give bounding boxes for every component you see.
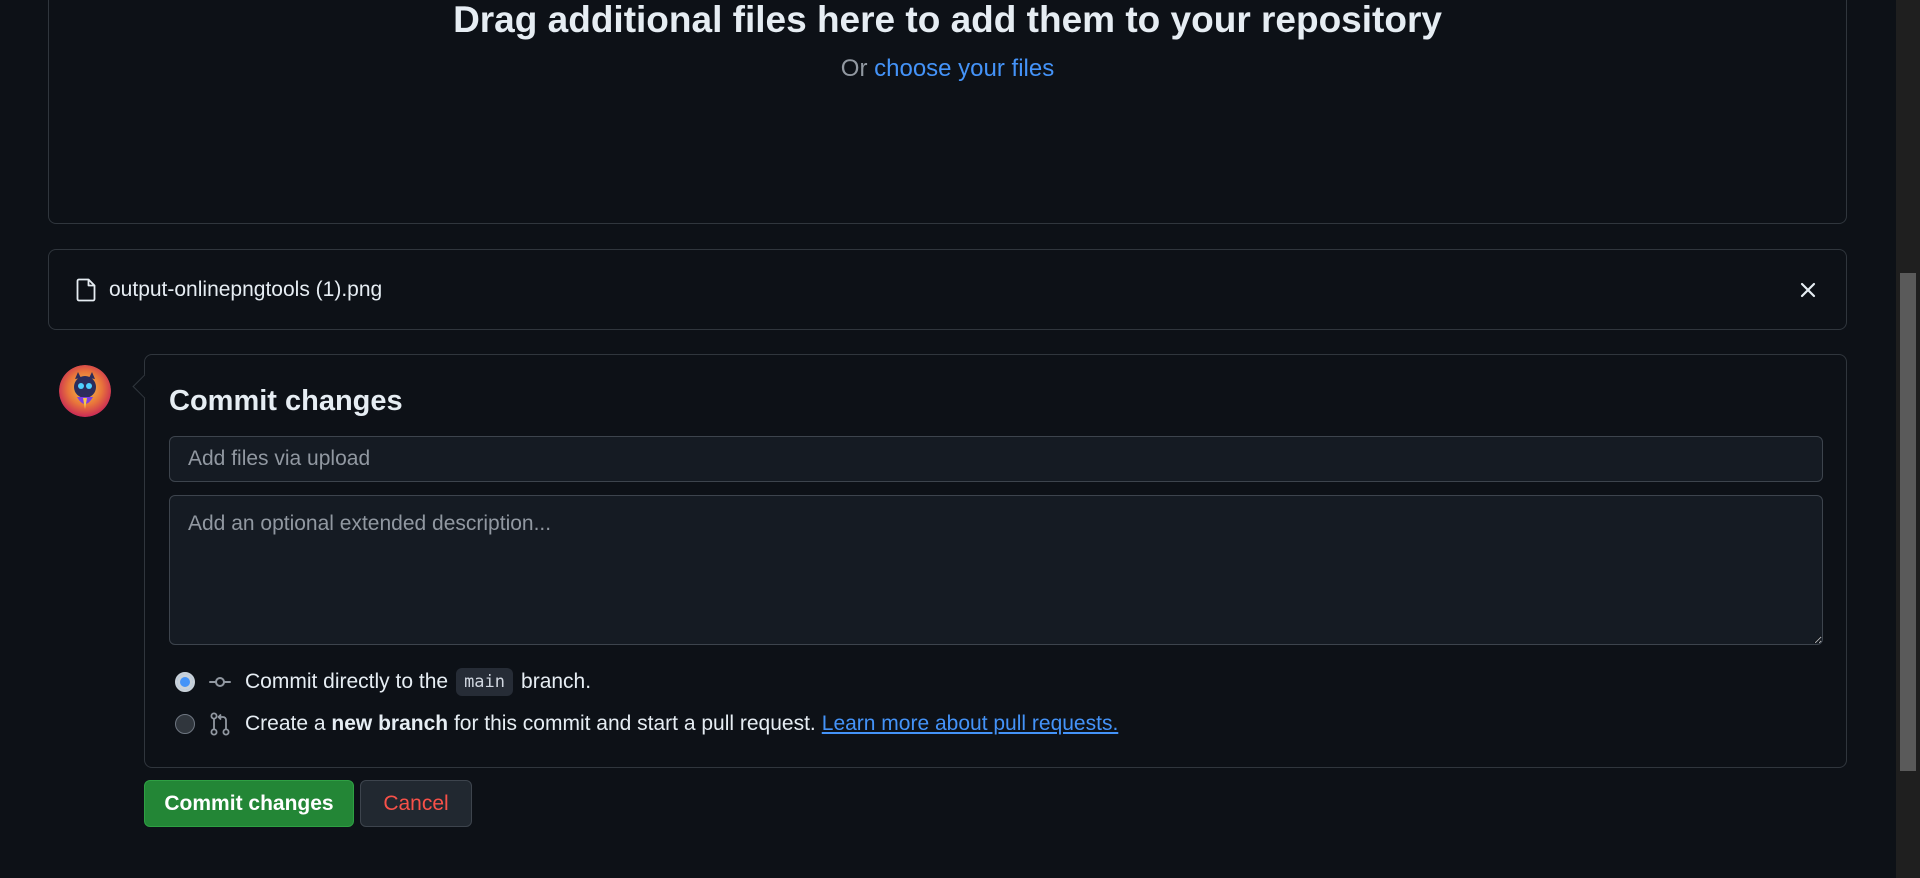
file-name: output-onlinepngtools (1).png	[109, 277, 383, 301]
new-branch-bold: new branch	[331, 712, 449, 735]
new-branch-suffix: for this commit and start a pull request…	[453, 712, 816, 735]
dropzone-subtitle: Or choose your files	[49, 54, 1846, 84]
scrollbar-thumb[interactable]	[1900, 273, 1916, 771]
dropzone-title: Drag additional files here to add them t…	[453, 0, 1442, 40]
commit-form: Commit changes Commit directly to the ma…	[144, 354, 1847, 768]
learn-more-pull-requests-link[interactable]: Learn more about pull requests.	[822, 712, 1119, 736]
git-commit-icon	[209, 671, 231, 693]
file-icon	[75, 277, 97, 303]
commit-description-input[interactable]	[169, 495, 1823, 645]
git-pull-request-icon	[209, 712, 231, 736]
new-branch-option[interactable]: Create a new branch for this commit and …	[175, 712, 1118, 736]
uploaded-file-row: output-onlinepngtools (1).png	[48, 249, 1847, 330]
cancel-button[interactable]: Cancel	[360, 780, 472, 827]
or-text: Or	[840, 55, 868, 82]
close-icon	[1800, 282, 1816, 297]
remove-file-button[interactable]	[1794, 276, 1822, 304]
commit-summary-input[interactable]	[169, 436, 1823, 482]
choose-files-link[interactable]: choose your files	[874, 55, 1054, 82]
file-dropzone[interactable]: Drag additional files here to add them t…	[48, 0, 1847, 224]
new-branch-prefix: Create a	[245, 712, 326, 735]
avatar	[59, 365, 111, 417]
commit-direct-option[interactable]: Commit directly to the main branch.	[175, 668, 591, 696]
commit-title: Commit changes	[169, 385, 403, 417]
upload-page: Drag additional files here to add them t…	[0, 0, 1920, 878]
vertical-scrollbar[interactable]	[1896, 0, 1920, 878]
commit-changes-button[interactable]: Commit changes	[144, 780, 354, 827]
new-branch-radio[interactable]	[175, 714, 195, 734]
branch-name: main	[456, 668, 514, 696]
commit-direct-radio[interactable]	[175, 672, 195, 692]
commit-direct-prefix: Commit directly to the	[245, 670, 449, 693]
commit-direct-suffix: branch.	[521, 670, 592, 693]
